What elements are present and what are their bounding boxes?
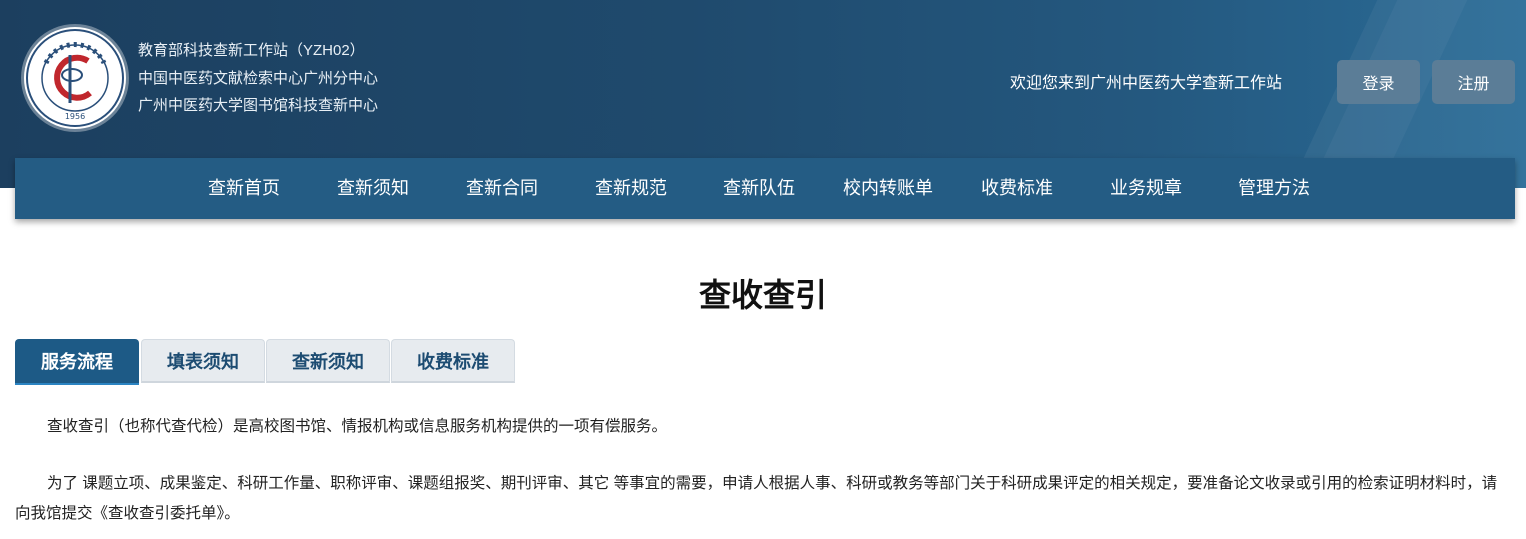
university-logo[interactable]: 1956 <box>24 27 126 129</box>
nav-item-team[interactable]: 查新队伍 <box>723 158 795 219</box>
nav-item-transfer-form[interactable]: 校内转账单 <box>843 158 933 219</box>
login-button[interactable]: 登录 <box>1337 60 1420 104</box>
register-button[interactable]: 注册 <box>1432 60 1515 104</box>
main-nav: 查新首页 查新须知 查新合同 查新规范 查新队伍 校内转账单 收费标准 业务规章… <box>15 158 1515 219</box>
org-line-1: 教育部科技查新工作站（YZH02） <box>138 42 365 59</box>
nav-item-fees[interactable]: 收费标准 <box>981 158 1053 219</box>
tab-search-notice[interactable]: 查新须知 <box>266 339 390 383</box>
tab-fee-standards[interactable]: 收费标准 <box>391 339 515 383</box>
tab-form-instructions[interactable]: 填表须知 <box>141 339 265 383</box>
purpose-paragraph: 为了 课题立项、成果鉴定、科研工作量、职称评审、课题组报奖、期刊评审、其它 等事… <box>15 475 1498 522</box>
nav-item-management[interactable]: 管理方法 <box>1238 158 1310 219</box>
nav-item-notice[interactable]: 查新须知 <box>337 158 409 219</box>
org-line-2: 中国中医药文献检索中心广州分中心 <box>138 69 379 87</box>
nav-item-regulations[interactable]: 业务规章 <box>1110 158 1182 219</box>
nav-item-home[interactable]: 查新首页 <box>208 158 280 219</box>
logo-year: 1956 <box>65 112 85 121</box>
welcome-text: 欢迎您来到广州中医药大学查新工作站 <box>1010 75 1283 92</box>
university-seal-icon: 1956 <box>26 29 124 127</box>
nav-item-contract[interactable]: 查新合同 <box>466 158 538 219</box>
page-title: 查收查引 <box>698 277 827 313</box>
intro-paragraph: 查收查引（也称代查代检）是高校图书馆、情报机构或信息服务机构提供的一项有偿服务。 <box>47 418 668 435</box>
org-line-3: 广州中医药大学图书馆科技查新中心 <box>138 97 379 114</box>
organization-names: 教育部科技查新工作站（YZH02） 中国中医药文献检索中心广州分中心 广州中医药… <box>138 37 378 120</box>
nav-item-standards[interactable]: 查新规范 <box>595 158 667 219</box>
tab-content: 查收查引（也称代查代检）是高校图书馆、情报机构或信息服务机构提供的一项有偿服务。… <box>15 412 1510 529</box>
tab-service-process[interactable]: 服务流程 <box>15 339 139 385</box>
